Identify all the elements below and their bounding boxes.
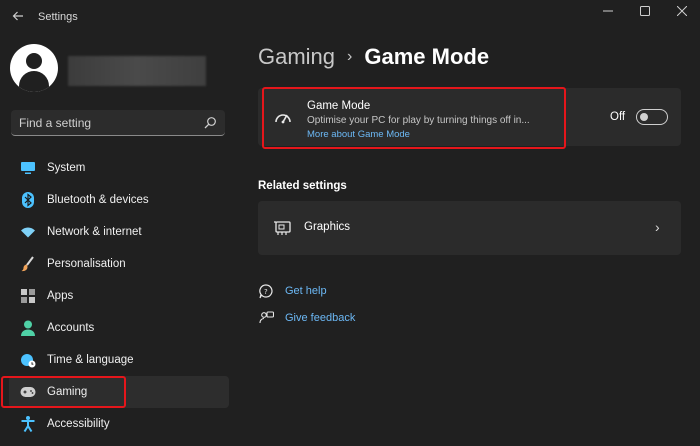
user-profile[interactable] — [10, 44, 230, 94]
avatar-head — [26, 53, 42, 69]
give-feedback-row[interactable]: Give feedback — [258, 310, 355, 326]
sidebar-item-system[interactable]: System — [9, 152, 229, 184]
game-mode-card: Game Mode Optimise your PC for play by t… — [258, 88, 681, 146]
avatar — [10, 44, 58, 92]
avatar-body — [19, 71, 49, 92]
game-mode-more-link[interactable]: More about Game Mode — [307, 129, 410, 140]
breadcrumb-parent[interactable]: Gaming — [258, 44, 335, 70]
sidebar-item-label: Apps — [47, 290, 74, 302]
toggle-knob — [640, 112, 648, 121]
display-icon — [20, 160, 36, 176]
get-help-link[interactable]: Get help — [285, 285, 327, 297]
maximize-icon — [639, 6, 650, 16]
sidebar-item-label: Personalisation — [47, 258, 126, 270]
help-chat-icon: ? — [258, 283, 274, 299]
sidebar-item-personalisation[interactable]: Personalisation — [9, 248, 229, 280]
person-icon — [20, 320, 36, 336]
graphics-card-row[interactable]: Graphics › — [258, 201, 681, 255]
game-mode-description: Optimise your PC for play by turning thi… — [307, 115, 530, 126]
maximize-button[interactable] — [626, 0, 663, 22]
search-icon — [204, 116, 216, 128]
search-box[interactable]: Find a setting — [11, 110, 225, 136]
sidebar-item-label: System — [47, 162, 86, 174]
sidebar-item-label: Accessibility — [47, 418, 110, 430]
breadcrumb: Gaming › Game Mode — [258, 44, 489, 70]
sidebar-item-label: Accounts — [47, 322, 95, 334]
apps-icon — [20, 288, 36, 304]
minimize-icon — [602, 10, 613, 12]
globe-clock-icon — [20, 352, 36, 368]
app-title: Settings — [38, 11, 78, 23]
blurred-user-name — [68, 56, 206, 86]
sidebar-item-label: Network & internet — [47, 226, 142, 238]
title-bar: Settings — [0, 0, 700, 32]
sidebar-item-time-language[interactable]: Time & language — [9, 344, 229, 376]
get-help-row[interactable]: ? Get help — [258, 283, 327, 299]
svg-text:?: ? — [264, 288, 268, 296]
page-title: Game Mode — [364, 44, 490, 69]
sidebar: Find a setting System Bluetooth & device… — [0, 32, 238, 446]
graphics-label: Graphics — [304, 221, 351, 233]
sidebar-item-label: Gaming — [47, 386, 88, 398]
sidebar-item-network[interactable]: Network & internet — [9, 216, 229, 248]
game-mode-title: Game Mode — [307, 100, 371, 112]
give-feedback-link[interactable]: Give feedback — [285, 312, 355, 324]
sidebar-item-gaming[interactable]: Gaming — [9, 376, 229, 408]
bluetooth-icon — [20, 192, 36, 208]
game-mode-toggle[interactable] — [636, 109, 668, 125]
chevron-right-icon: › — [655, 219, 660, 235]
sidebar-item-bluetooth[interactable]: Bluetooth & devices — [9, 184, 229, 216]
related-settings-heading: Related settings — [258, 180, 347, 192]
toggle-state-label: Off — [610, 111, 626, 123]
minimize-button[interactable] — [589, 0, 626, 22]
search-input[interactable]: Find a setting — [19, 116, 203, 130]
sidebar-nav: System Bluetooth & devices Network & int… — [9, 152, 229, 440]
sidebar-item-label: Bluetooth & devices — [47, 194, 149, 206]
graphics-card-icon — [274, 221, 291, 235]
arrow-left-icon — [12, 11, 23, 21]
sidebar-item-accounts[interactable]: Accounts — [9, 312, 229, 344]
sidebar-item-accessibility[interactable]: Accessibility — [9, 408, 229, 440]
wifi-icon — [20, 224, 36, 240]
feedback-icon — [258, 310, 274, 326]
sidebar-item-apps[interactable]: Apps — [9, 280, 229, 312]
window-controls — [589, 0, 700, 22]
brush-icon — [20, 256, 36, 272]
accessibility-icon — [20, 416, 36, 432]
sidebar-item-label: Time & language — [47, 354, 134, 366]
chevron-right-icon: › — [347, 48, 353, 65]
speedometer-icon — [275, 114, 291, 124]
close-button[interactable] — [663, 0, 700, 22]
back-button[interactable] — [10, 8, 26, 24]
gamepad-icon — [20, 384, 36, 400]
close-icon — [676, 6, 687, 16]
main-content: Gaming › Game Mode Game Mode Optimise yo… — [238, 32, 700, 446]
